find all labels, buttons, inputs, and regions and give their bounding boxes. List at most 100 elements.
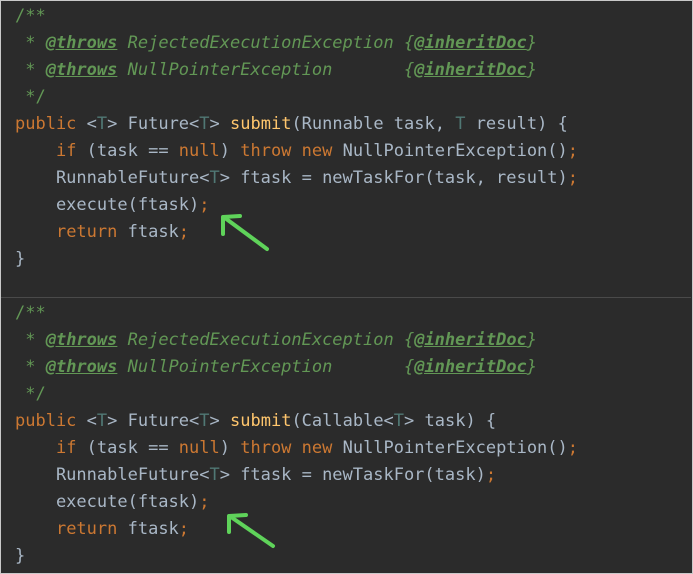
code-token: result) { xyxy=(465,114,568,134)
code-token: > Future< xyxy=(107,411,200,431)
code-token: @inheritDoc xyxy=(414,60,527,80)
code-line: */ xyxy=(15,84,578,111)
code-token: ) xyxy=(219,438,241,458)
code-token: } xyxy=(15,546,26,566)
code-line: return ftask; xyxy=(15,219,578,246)
code-token: ; xyxy=(199,195,210,215)
code-token: T xyxy=(209,465,220,485)
code-token: throw new xyxy=(240,438,333,458)
code-token: } xyxy=(15,249,26,269)
code-token: < xyxy=(86,411,97,431)
code-token: ; xyxy=(485,465,497,485)
code-token: > task) { xyxy=(404,411,497,431)
code-token: return xyxy=(55,519,118,539)
code-token: } xyxy=(526,33,538,53)
code-line: if (task == null) throw new NullPointerE… xyxy=(15,435,578,462)
green-arrow-icon xyxy=(227,513,275,548)
code-token: RunnableFuture< xyxy=(15,168,210,188)
code-token: if xyxy=(55,438,77,458)
code-token: RejectedExecutionException xyxy=(117,33,404,53)
code-token: */ xyxy=(15,384,46,404)
code-block-callable: /** * @throws RejectedExecutionException… xyxy=(15,300,578,570)
code-token: T xyxy=(199,411,210,431)
code-panel-runnable: /** * @throws RejectedExecutionException… xyxy=(1,1,691,297)
code-token: NullPointerException xyxy=(117,357,404,377)
code-token: @throws xyxy=(45,33,118,53)
code-token: T xyxy=(199,114,210,134)
code-token: } xyxy=(526,330,538,350)
code-token: (Runnable task, xyxy=(291,114,456,134)
code-token: @inheritDoc xyxy=(414,330,527,350)
code-token: ; xyxy=(567,168,578,188)
code-line: } xyxy=(15,543,578,570)
code-token: ; xyxy=(567,438,579,458)
code-token: { xyxy=(403,330,415,350)
code-token: @throws xyxy=(45,330,118,350)
code-token: execute(ftask) xyxy=(15,195,200,215)
code-line: RunnableFuture<T> ftask = newTaskFor(tas… xyxy=(15,165,578,192)
code-token: ; xyxy=(178,519,190,539)
code-line: execute(ftask); xyxy=(15,489,578,516)
code-token: T xyxy=(393,411,405,431)
code-token: { xyxy=(403,60,415,80)
code-token: (task == xyxy=(76,438,179,458)
code-token: } xyxy=(526,357,538,377)
code-token: T xyxy=(96,114,108,134)
code-line: /** xyxy=(15,300,578,327)
code-line: public <T> Future<T> submit(Runnable tas… xyxy=(15,111,578,138)
code-line: return ftask; xyxy=(15,516,578,543)
code-token: RejectedExecutionException xyxy=(117,330,404,350)
code-token: return xyxy=(55,222,118,242)
code-token: T xyxy=(209,168,220,188)
code-line: } xyxy=(15,246,578,273)
code-line: execute(ftask); xyxy=(15,192,578,219)
code-token: throw new xyxy=(240,141,333,161)
code-token: ) xyxy=(219,141,241,161)
code-line: * @throws RejectedExecutionException {@i… xyxy=(15,30,578,57)
code-token: RunnableFuture< xyxy=(15,465,210,485)
code-token: > xyxy=(209,114,231,134)
code-token: ftask xyxy=(117,519,179,539)
code-token: T xyxy=(96,411,108,431)
code-token: /** xyxy=(15,6,46,26)
code-token: if xyxy=(55,141,77,161)
code-token: * xyxy=(15,60,46,80)
code-token: @inheritDoc xyxy=(414,33,527,53)
green-arrow-icon xyxy=(221,214,269,251)
code-line: */ xyxy=(15,381,578,408)
code-token: null xyxy=(178,438,220,458)
code-token: */ xyxy=(15,87,46,107)
code-token: { xyxy=(403,357,415,377)
code-line: if (task == null) throw new NullPointerE… xyxy=(15,138,578,165)
code-token: public xyxy=(15,411,87,431)
code-token: } xyxy=(526,60,538,80)
code-line: * @throws NullPointerException {@inherit… xyxy=(15,354,578,381)
code-line: * @throws NullPointerException {@inherit… xyxy=(15,57,578,84)
code-line: * @throws RejectedExecutionException {@i… xyxy=(15,327,578,354)
code-token: > Future< xyxy=(107,114,200,134)
code-token: > ftask = newTaskFor(task, result) xyxy=(219,168,568,188)
code-token: NullPointerException() xyxy=(332,438,568,458)
code-token: ftask xyxy=(117,222,179,242)
code-token: { xyxy=(403,33,415,53)
code-token: @throws xyxy=(45,357,118,377)
code-token: execute(ftask) xyxy=(15,492,200,512)
code-token: NullPointerException xyxy=(117,60,404,80)
code-token: < xyxy=(86,114,97,134)
code-line: RunnableFuture<T> ftask = newTaskFor(tas… xyxy=(15,462,578,489)
code-token: * xyxy=(15,330,46,350)
code-token: > ftask = newTaskFor(task) xyxy=(219,465,486,485)
code-token: (task == xyxy=(76,141,179,161)
code-token: null xyxy=(178,141,220,161)
code-token: ; xyxy=(178,222,190,242)
code-token: * xyxy=(15,357,46,377)
code-token: * xyxy=(15,33,46,53)
code-panel-callable: /** * @throws RejectedExecutionException… xyxy=(1,298,691,573)
code-token: submit xyxy=(230,114,292,134)
code-token: @throws xyxy=(45,60,118,80)
code-token: T xyxy=(455,114,466,134)
code-token: > xyxy=(209,411,231,431)
code-line: /** xyxy=(15,3,578,30)
